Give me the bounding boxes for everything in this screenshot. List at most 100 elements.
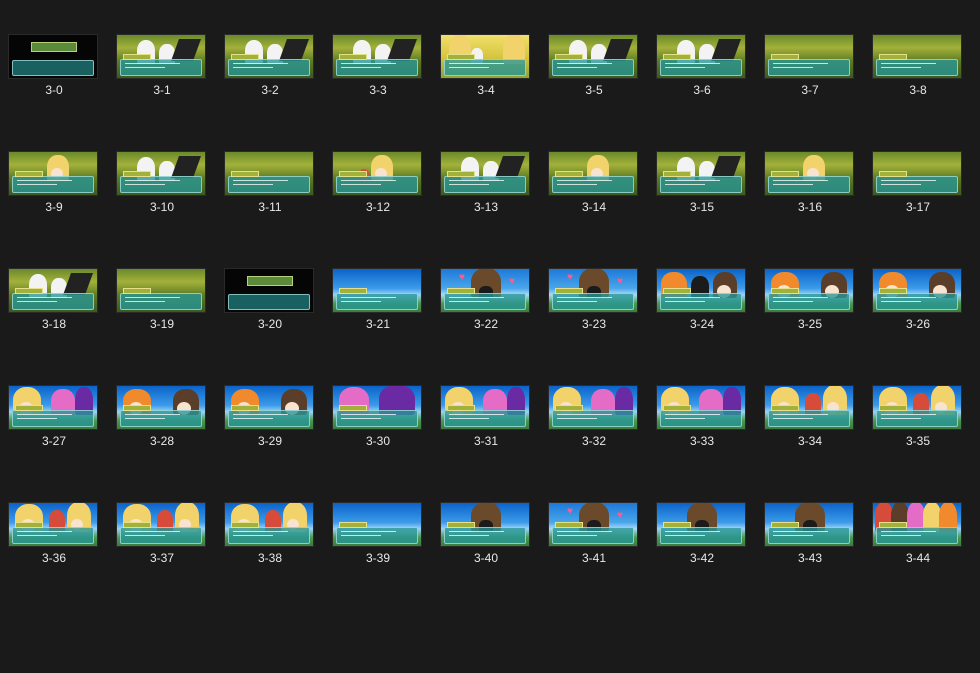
thumbnail-image[interactable] xyxy=(440,385,530,430)
thumbnail-tile[interactable]: ♥ ♥ 3-41 xyxy=(540,468,648,578)
thumbnail-image[interactable] xyxy=(116,34,206,79)
thumbnail-tile[interactable]: 3-19 xyxy=(108,234,216,344)
thumbnail-image[interactable] xyxy=(8,151,98,196)
thumbnail-tile[interactable]: 3-29 xyxy=(216,351,324,461)
thumbnail-tile[interactable]: 3-0 xyxy=(0,0,108,110)
thumbnail-image[interactable] xyxy=(548,151,638,196)
thumbnail-image[interactable] xyxy=(656,385,746,430)
thumbnail-tile[interactable]: 3-32 xyxy=(540,351,648,461)
thumbnail-image[interactable] xyxy=(224,385,314,430)
thumbnail-tile[interactable]: 3-26 xyxy=(864,234,972,344)
thumbnail-tile[interactable]: 3-24 xyxy=(648,234,756,344)
thumbnail-image[interactable] xyxy=(548,34,638,79)
thumbnail-tile[interactable]: 3-15 xyxy=(648,117,756,227)
dialog-box xyxy=(660,293,742,310)
dialog-box xyxy=(336,410,418,427)
thumbnail-image[interactable] xyxy=(764,385,854,430)
thumbnail-tile[interactable]: 3-10 xyxy=(108,117,216,227)
thumbnail-image[interactable] xyxy=(872,502,962,547)
thumbnail-tile[interactable]: 3-5 xyxy=(540,0,648,110)
thumbnail-image[interactable] xyxy=(440,502,530,547)
thumbnail-tile[interactable]: 3-25 xyxy=(756,234,864,344)
thumbnail-image[interactable] xyxy=(224,34,314,79)
thumbnail-tile[interactable]: 3-40 xyxy=(432,468,540,578)
thumbnail-tile[interactable]: 3-9 xyxy=(0,117,108,227)
thumbnail-image[interactable]: ♥ ♥ xyxy=(548,502,638,547)
dialog-text-line xyxy=(557,184,597,185)
thumbnail-tile[interactable]: 3-6 xyxy=(648,0,756,110)
thumbnail-image[interactable] xyxy=(764,502,854,547)
thumbnail-tile[interactable]: 3-36 xyxy=(0,468,108,578)
thumbnail-image[interactable] xyxy=(116,268,206,313)
thumbnail-image[interactable] xyxy=(440,151,530,196)
thumbnail-image[interactable] xyxy=(224,268,314,313)
thumbnail-tile[interactable]: 3-7 xyxy=(756,0,864,110)
thumbnail-image[interactable] xyxy=(656,268,746,313)
thumbnail-tile[interactable]: 3-33 xyxy=(648,351,756,461)
thumbnail-tile[interactable]: 3-12 xyxy=(324,117,432,227)
thumbnail-tile[interactable]: 3-1 xyxy=(108,0,216,110)
thumbnail-tile[interactable]: ♥ ♥ 3-23 xyxy=(540,234,648,344)
thumbnail-tile[interactable]: 3-30 xyxy=(324,351,432,461)
speaker-name-tag xyxy=(123,288,151,294)
thumbnail-tile[interactable]: 3-18 xyxy=(0,234,108,344)
thumbnail-tile[interactable]: 3-2 xyxy=(216,0,324,110)
thumbnail-tile[interactable]: 3-37 xyxy=(108,468,216,578)
thumbnail-image[interactable] xyxy=(116,502,206,547)
thumbnail-image[interactable] xyxy=(656,34,746,79)
thumbnail-image[interactable] xyxy=(332,268,422,313)
thumbnail-image[interactable]: ♥ ♥ xyxy=(440,268,530,313)
dialog-box xyxy=(12,176,94,193)
thumbnail-tile[interactable]: 3-39 xyxy=(324,468,432,578)
thumbnail-image[interactable] xyxy=(440,34,530,79)
thumbnail-image[interactable] xyxy=(872,385,962,430)
thumbnail-image[interactable] xyxy=(332,385,422,430)
thumbnail-tile[interactable]: 3-43 xyxy=(756,468,864,578)
thumbnail-tile[interactable]: 3-4 xyxy=(432,0,540,110)
thumbnail-tile[interactable]: 3-20 xyxy=(216,234,324,344)
thumbnail-tile[interactable]: 3-27 xyxy=(0,351,108,461)
thumbnail-tile[interactable]: 3-35 xyxy=(864,351,972,461)
thumbnail-image[interactable] xyxy=(656,151,746,196)
thumbnail-tile[interactable]: 3-44 xyxy=(864,468,972,578)
thumbnail-image[interactable] xyxy=(332,151,422,196)
thumbnail-image[interactable] xyxy=(764,151,854,196)
thumbnail-image[interactable] xyxy=(8,502,98,547)
thumbnail-image[interactable] xyxy=(332,34,422,79)
thumbnail-tile[interactable]: 3-42 xyxy=(648,468,756,578)
thumbnail-tile[interactable]: 3-14 xyxy=(540,117,648,227)
thumbnail-image[interactable] xyxy=(872,268,962,313)
thumbnail-tile[interactable]: 3-34 xyxy=(756,351,864,461)
thumbnail-tile[interactable]: 3-8 xyxy=(864,0,972,110)
thumbnail-image[interactable] xyxy=(224,151,314,196)
thumbnail-image[interactable] xyxy=(548,385,638,430)
dialog-box xyxy=(876,293,958,310)
thumbnail-label: 3-37 xyxy=(149,551,175,565)
thumbnail-image[interactable] xyxy=(116,385,206,430)
thumbnail-image[interactable]: ♥ ♥ xyxy=(548,268,638,313)
speaker-name-tag xyxy=(339,171,367,177)
thumbnail-image[interactable] xyxy=(656,502,746,547)
thumbnail-image[interactable] xyxy=(872,34,962,79)
thumbnail-image[interactable] xyxy=(8,268,98,313)
thumbnail-image[interactable] xyxy=(764,34,854,79)
thumbnail-tile[interactable]: 3-16 xyxy=(756,117,864,227)
thumbnail-tile[interactable]: 3-28 xyxy=(108,351,216,461)
thumbnail-image[interactable] xyxy=(224,502,314,547)
thumbnail-tile[interactable]: 3-11 xyxy=(216,117,324,227)
thumbnail-image[interactable] xyxy=(116,151,206,196)
thumbnail-tile[interactable]: 3-13 xyxy=(432,117,540,227)
thumbnail-image[interactable] xyxy=(8,385,98,430)
thumbnail-tile[interactable]: 3-3 xyxy=(324,0,432,110)
thumbnail-tile[interactable]: 3-21 xyxy=(324,234,432,344)
thumbnail-image[interactable] xyxy=(332,502,422,547)
thumbnail-tile[interactable]: ♥ ♥ 3-22 xyxy=(432,234,540,344)
thumbnail-image[interactable] xyxy=(8,34,98,79)
dialog-text-line xyxy=(449,67,489,68)
thumbnail-image[interactable] xyxy=(764,268,854,313)
thumbnail-image[interactable] xyxy=(872,151,962,196)
thumbnail-tile[interactable]: 3-17 xyxy=(864,117,972,227)
thumbnail-tile[interactable]: 3-31 xyxy=(432,351,540,461)
speaker-name-tag xyxy=(771,405,799,411)
thumbnail-tile[interactable]: 3-38 xyxy=(216,468,324,578)
